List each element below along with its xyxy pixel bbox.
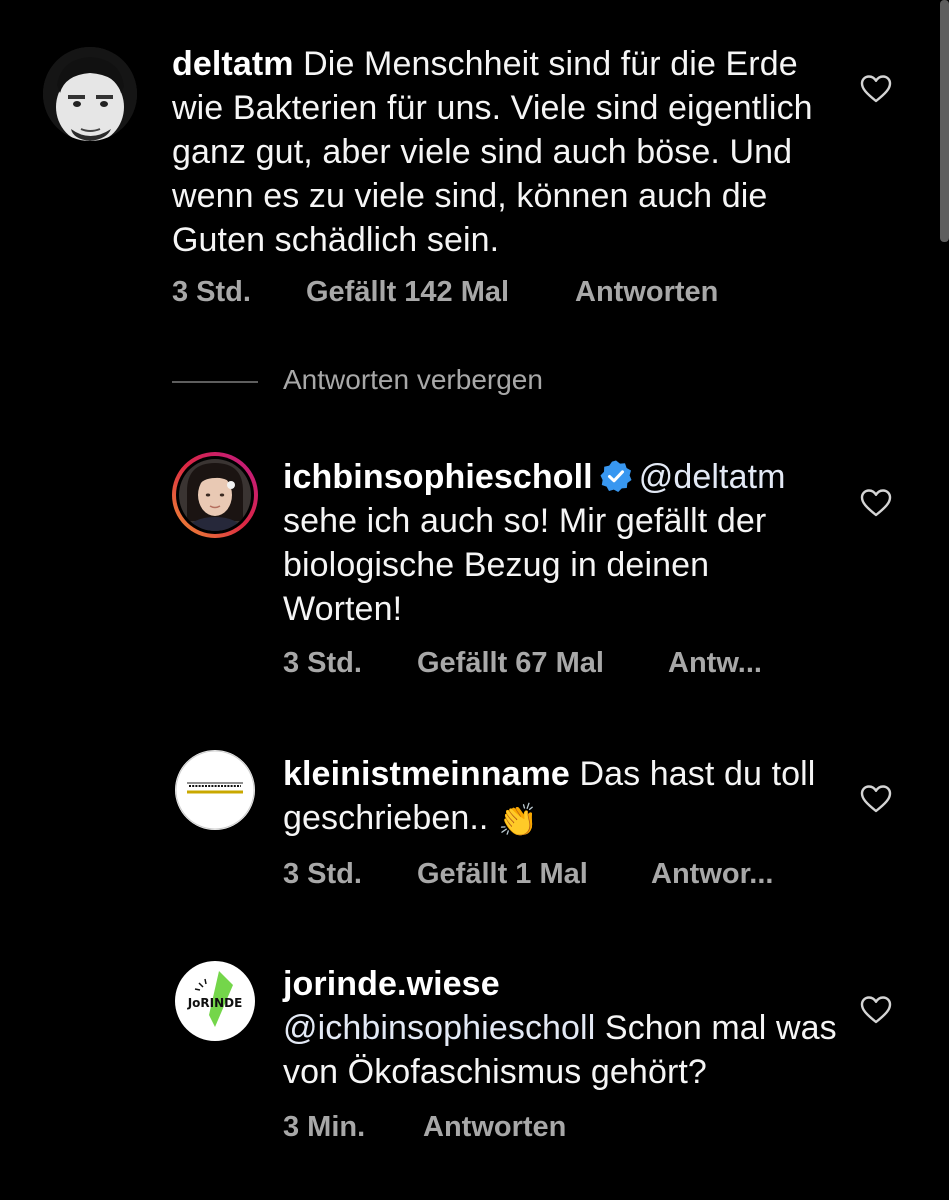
heart-icon[interactable] <box>860 74 892 104</box>
comment-body: kleinistmeinname Das hast du toll geschr… <box>283 752 823 842</box>
kleinistmeinname-logo-avatar-icon <box>175 750 255 830</box>
timestamp: 3 Std. <box>283 858 362 890</box>
reply-button[interactable]: Antwor... <box>651 858 773 891</box>
likes-count[interactable]: Gefällt 142 Mal <box>306 276 509 309</box>
timestamp: 3 Std. <box>172 276 251 308</box>
comment-text: sehe ich auch so! Mir gefällt der biolog… <box>283 502 767 628</box>
jorinde-logo-avatar-icon: JoRINDE <box>176 962 254 1040</box>
username[interactable]: jorinde.wiese <box>283 965 500 1003</box>
avatar[interactable] <box>43 47 137 141</box>
reply-button[interactable]: Antw... <box>668 647 762 680</box>
avatar[interactable] <box>175 750 255 830</box>
reply-button[interactable]: Antworten <box>575 276 718 309</box>
timestamp: 3 Min. <box>283 1111 366 1143</box>
likes-count[interactable]: Gefällt 67 Mal <box>417 647 604 680</box>
avatar[interactable]: JoRINDE <box>175 961 255 1041</box>
likes-count[interactable]: Gefällt 1 Mal <box>417 858 588 891</box>
heart-icon[interactable] <box>860 784 892 814</box>
username[interactable]: kleinistmeinname <box>283 755 570 793</box>
reply-button[interactable]: Antworten <box>423 1111 566 1144</box>
hide-replies-label[interactable]: Antworten verbergen <box>283 364 543 396</box>
verified-badge-icon <box>600 460 632 492</box>
comment-body: ichbinsophiescholl @deltatm sehe ich auc… <box>283 455 823 631</box>
woman-portrait-avatar-story-ring-icon <box>172 452 258 538</box>
clapping-hands-emoji: 👏 <box>497 802 538 838</box>
mention-link[interactable]: @deltatm <box>639 458 786 496</box>
scrollbar[interactable] <box>940 0 949 242</box>
divider-line <box>172 381 258 383</box>
comment-body: jorinde.wiese @ichbinsophiescholl Schon … <box>283 962 843 1094</box>
username[interactable]: deltatm <box>172 45 294 83</box>
comment-body: deltatm Die Menschheit sind für die Erde… <box>172 42 822 262</box>
avatar[interactable] <box>171 451 259 539</box>
jorinde-logo-text: JoRINDE <box>187 996 243 1010</box>
mention-link[interactable]: @ichbinsophiescholl <box>283 1009 595 1047</box>
man-portrait-avatar-icon <box>43 47 137 141</box>
heart-icon[interactable] <box>860 488 892 518</box>
timestamp: 3 Std. <box>283 647 362 679</box>
username[interactable]: ichbinsophiescholl <box>283 458 593 496</box>
heart-icon[interactable] <box>860 995 892 1025</box>
